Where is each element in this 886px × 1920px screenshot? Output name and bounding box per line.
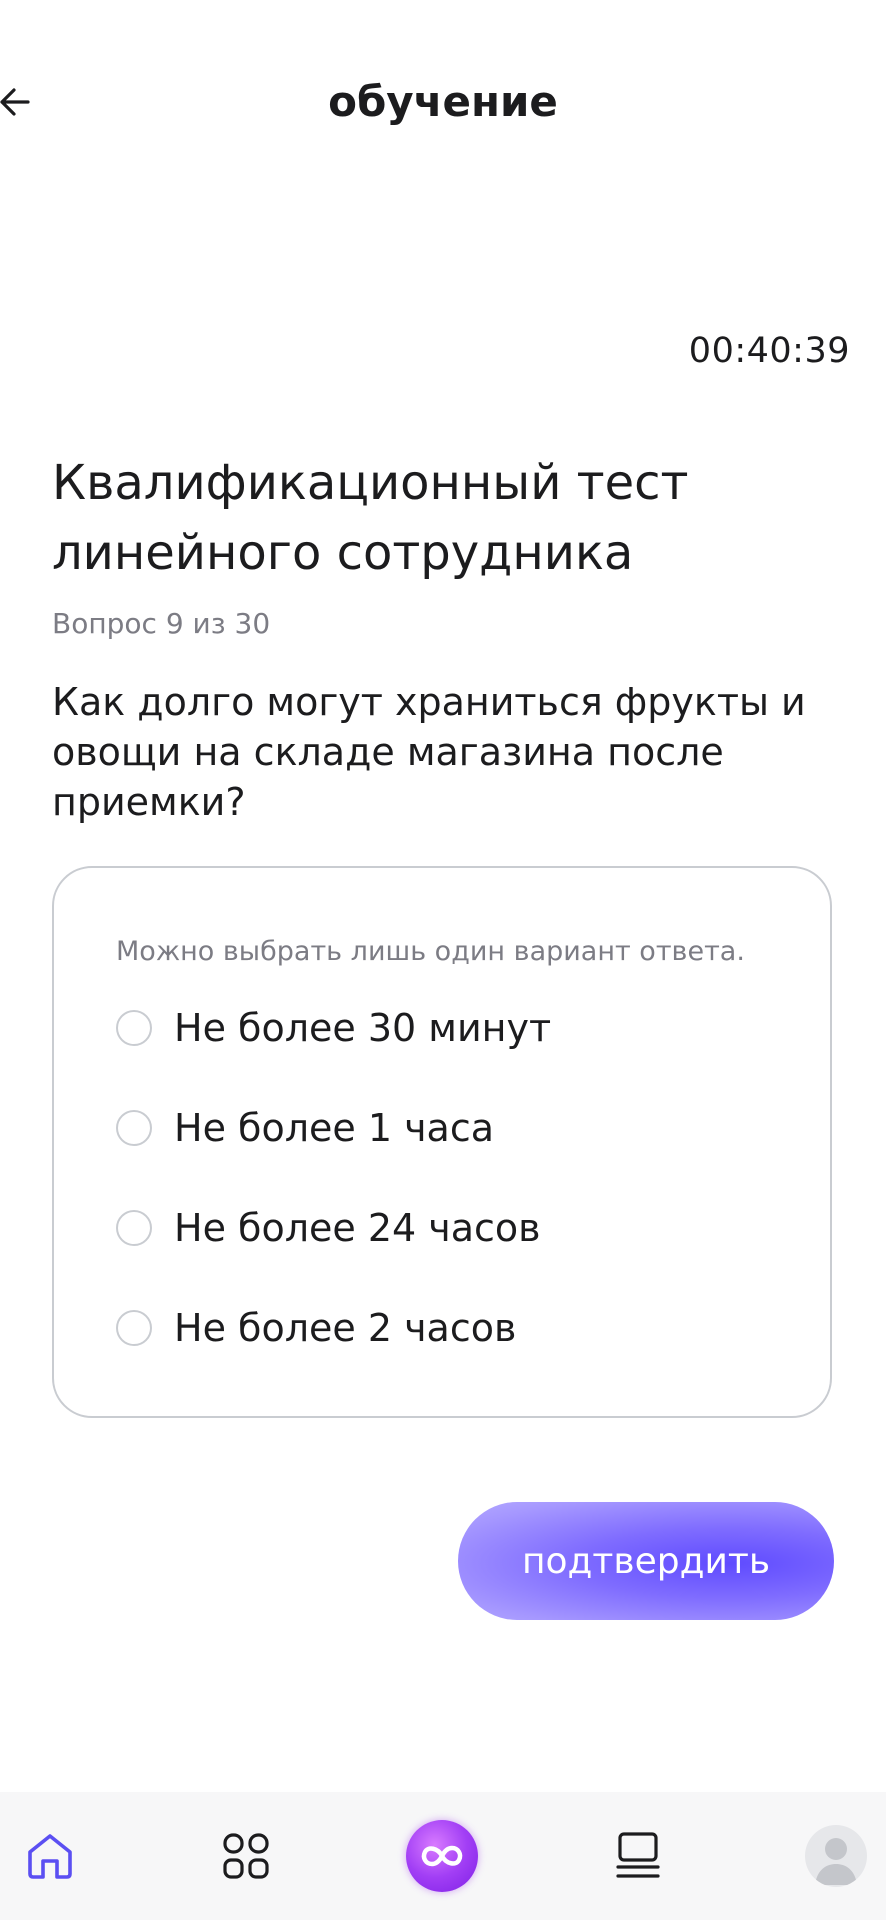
timer: 00:40:39 xyxy=(688,331,850,371)
question-counter: Вопрос 9 из 30 xyxy=(52,607,271,640)
answer-option-1[interactable]: Не более 30 минут xyxy=(116,998,551,1058)
radio-button[interactable] xyxy=(116,1310,152,1346)
answer-option-2[interactable]: Не более 1 часа xyxy=(116,1098,494,1158)
assistant-orb xyxy=(406,1820,478,1892)
answers-hint: Можно выбрать лишь один вариант ответа. xyxy=(116,936,745,967)
question-text: Как долго могут храниться фрукты и овощи… xyxy=(52,680,806,824)
header: обучение xyxy=(0,0,886,205)
tab-home[interactable] xyxy=(10,1792,90,1920)
tab-catalog[interactable] xyxy=(206,1792,286,1920)
tab-assistant[interactable] xyxy=(402,1792,482,1920)
tab-courses[interactable] xyxy=(598,1792,678,1920)
answer-option-3[interactable]: Не более 24 часов xyxy=(116,1198,541,1258)
grid-icon xyxy=(223,1833,269,1879)
radio-button[interactable] xyxy=(116,1010,152,1046)
answer-option-label: Не более 30 минут xyxy=(174,1006,552,1050)
home-icon xyxy=(28,1834,72,1879)
test-title: Квалификационный тест линейного сотрудни… xyxy=(52,455,689,581)
list-icon xyxy=(616,1832,660,1878)
infinity-icon xyxy=(421,1845,463,1867)
page-title: обучение xyxy=(328,77,558,126)
confirm-button[interactable]: подтвердить xyxy=(458,1502,834,1620)
radio-button[interactable] xyxy=(116,1110,152,1146)
avatar xyxy=(805,1825,867,1887)
radio-button[interactable] xyxy=(116,1210,152,1246)
tab-profile[interactable] xyxy=(796,1792,876,1920)
answer-option-label: Не более 24 часов xyxy=(174,1206,541,1250)
answer-option-label: Не более 1 часа xyxy=(174,1106,495,1150)
answer-option-label: Не более 2 часов xyxy=(174,1306,517,1350)
answers-card: Можно выбрать лишь один вариант ответа. … xyxy=(52,866,832,1418)
bottom-tab-bar xyxy=(0,1792,886,1920)
answer-option-4[interactable]: Не более 2 часов xyxy=(116,1298,516,1358)
avatar-icon xyxy=(815,1838,857,1885)
